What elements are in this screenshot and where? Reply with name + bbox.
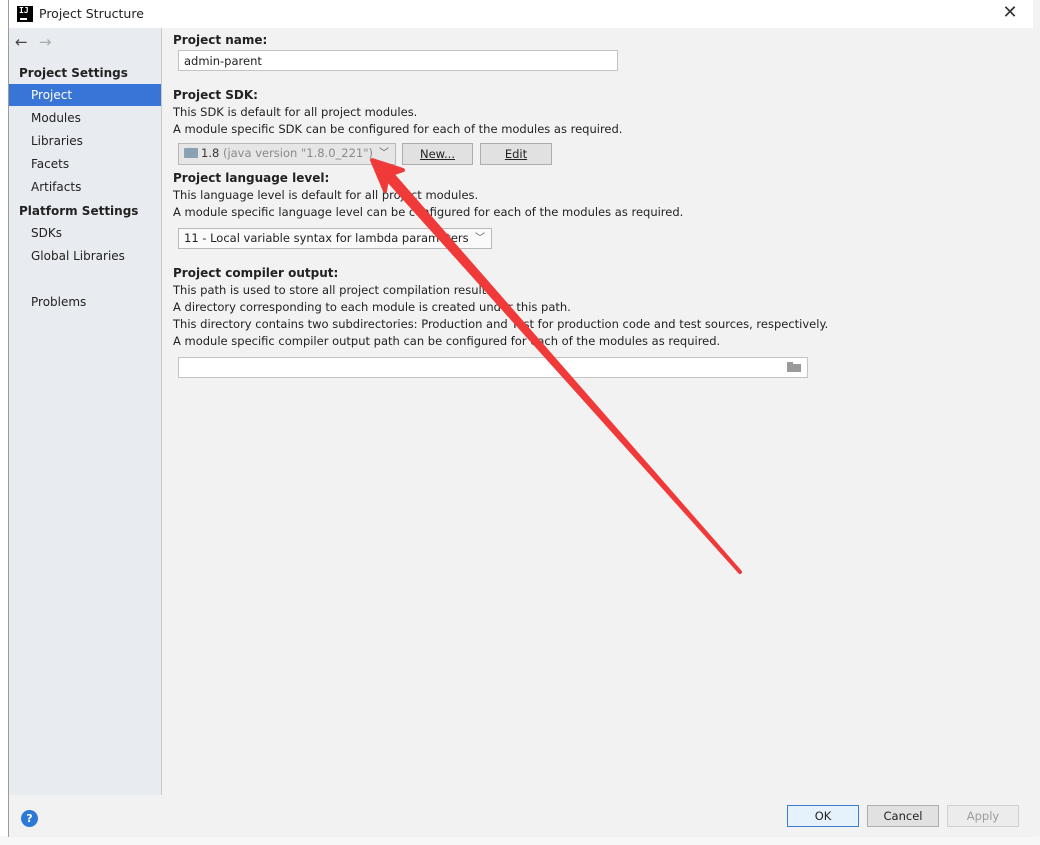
project-settings-heading: Project Settings bbox=[19, 66, 128, 80]
chevron-down-icon: ﹀ bbox=[475, 233, 485, 244]
background-ide-bottom bbox=[0, 836, 1040, 845]
project-name-label: Project name: bbox=[173, 33, 268, 47]
sdk-version: 1.8 bbox=[201, 146, 220, 160]
compiler-output-description-4: A module specific compiler output path c… bbox=[173, 334, 721, 348]
sidebar-item-problems[interactable]: Problems bbox=[9, 291, 161, 313]
sidebar-item-project[interactable]: Project bbox=[9, 84, 161, 106]
compiler-output-description-3: This directory contains two subdirectori… bbox=[173, 317, 829, 331]
sidebar-item-libraries[interactable]: Libraries bbox=[9, 130, 161, 152]
settings-sidebar: ← → Project Settings Project Modules Lib… bbox=[9, 28, 162, 795]
language-level-description-1: This language level is default for all p… bbox=[173, 188, 479, 202]
window-title: Project Structure bbox=[39, 6, 144, 21]
sdk-description-2: A module specific SDK can be configured … bbox=[173, 122, 623, 136]
background-ide-edge bbox=[1032, 0, 1040, 845]
sdk-edit-button[interactable]: Edit bbox=[480, 143, 552, 165]
platform-settings-heading: Platform Settings bbox=[19, 204, 139, 218]
compiler-output-description-2: A directory corresponding to each module… bbox=[173, 300, 571, 314]
sdk-new-label: New... bbox=[420, 147, 455, 161]
cancel-button[interactable]: Cancel bbox=[867, 805, 939, 827]
sdk-new-button[interactable]: New... bbox=[402, 143, 473, 165]
forward-arrow-icon[interactable]: → bbox=[39, 33, 59, 51]
sidebar-item-global-libraries[interactable]: Global Libraries bbox=[9, 245, 161, 267]
language-level-combobox[interactable]: 11 - Local variable syntax for lambda pa… bbox=[178, 228, 492, 249]
project-sdk-combobox[interactable]: 1.8 (java version "1.8.0_221") ﹀ bbox=[178, 143, 396, 165]
project-structure-dialog: IJ Project Structure ✕ ← → Project Setti… bbox=[8, 0, 1033, 837]
sidebar-item-sdks[interactable]: SDKs bbox=[9, 222, 161, 244]
apply-button[interactable]: Apply bbox=[947, 805, 1019, 827]
ok-button[interactable]: OK bbox=[787, 805, 859, 827]
dialog-footer: ? OK Cancel Apply bbox=[9, 795, 1033, 837]
sdk-edit-label: Edit bbox=[504, 147, 528, 161]
compiler-output-path-field[interactable] bbox=[178, 357, 808, 378]
language-level-label: Project language level: bbox=[173, 171, 330, 185]
compiler-output-description-1: This path is used to store all project c… bbox=[173, 283, 496, 297]
sdk-description-1: This SDK is default for all project modu… bbox=[173, 105, 418, 119]
sidebar-item-facets[interactable]: Facets bbox=[9, 153, 161, 175]
project-name-input[interactable] bbox=[178, 50, 618, 71]
browse-folder-icon[interactable] bbox=[787, 362, 801, 372]
project-settings-panel: Project name: Project SDK: This SDK is d… bbox=[163, 28, 1033, 795]
back-arrow-icon[interactable]: ← bbox=[15, 33, 35, 51]
sdk-folder-icon bbox=[184, 148, 198, 158]
title-bar: IJ Project Structure ✕ bbox=[9, 0, 1033, 28]
sdk-version-detail: (java version "1.8.0_221") bbox=[222, 146, 373, 160]
language-level-description-2: A module specific language level can be … bbox=[173, 205, 684, 219]
close-icon[interactable]: ✕ bbox=[1001, 4, 1019, 22]
chevron-down-icon: ﹀ bbox=[379, 148, 389, 159]
help-icon[interactable]: ? bbox=[21, 810, 38, 827]
sidebar-item-modules[interactable]: Modules bbox=[9, 107, 161, 129]
project-sdk-label: Project SDK: bbox=[173, 88, 258, 102]
compiler-output-label: Project compiler output: bbox=[173, 266, 339, 280]
language-level-value: 11 - Local variable syntax for lambda pa… bbox=[184, 231, 469, 245]
sidebar-item-artifacts[interactable]: Artifacts bbox=[9, 176, 161, 198]
history-navigation: ← → bbox=[15, 33, 59, 51]
intellij-app-icon: IJ bbox=[17, 6, 33, 22]
